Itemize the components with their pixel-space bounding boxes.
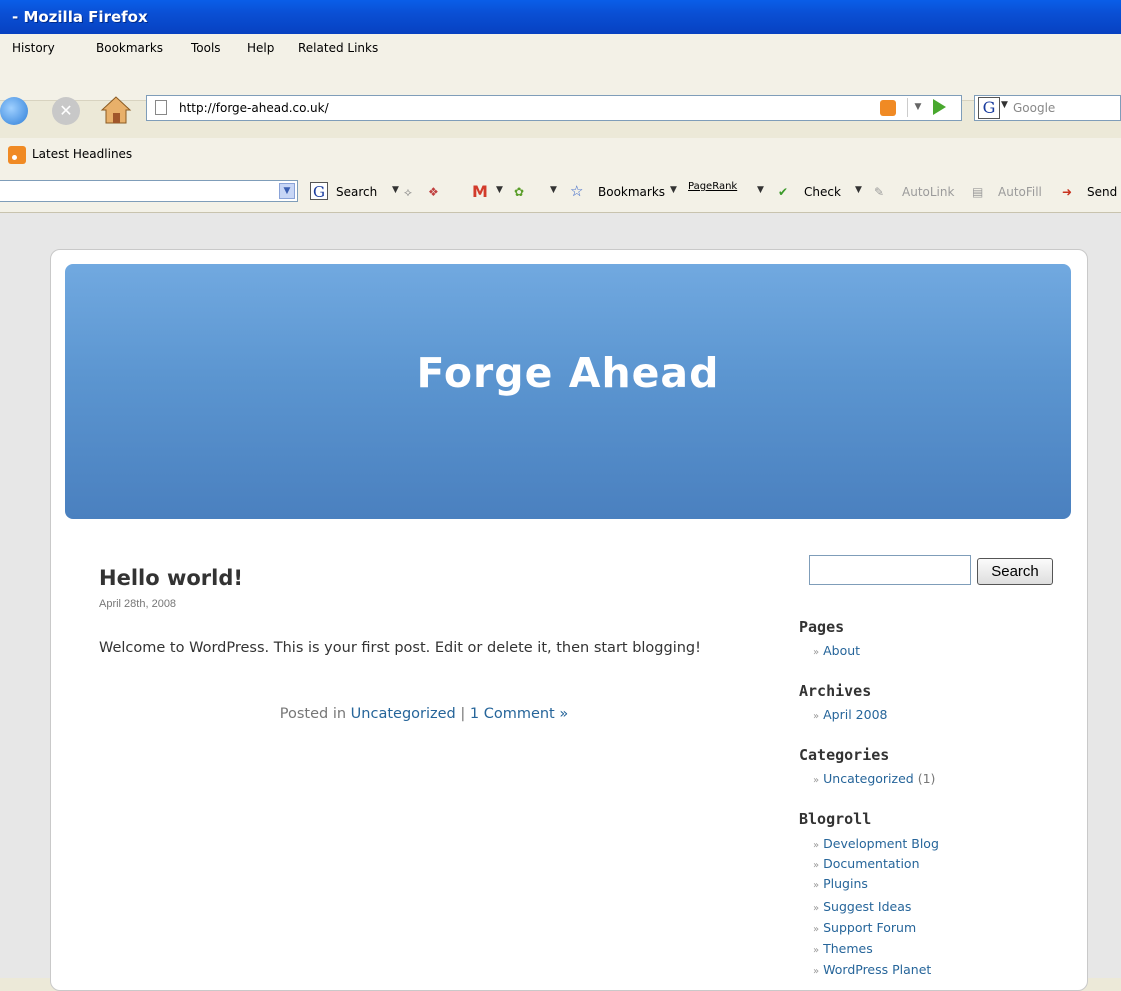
toolbar-autolink-button: AutoLink — [902, 185, 955, 199]
blogroll-link[interactable]: » Plugins — [813, 876, 868, 891]
window-title-bar: - Mozilla Firefox — [0, 0, 1121, 34]
toolbar-send-button[interactable]: Send — [1087, 185, 1117, 199]
google-search-combo[interactable]: ▼ — [0, 180, 298, 202]
archives-heading: Archives — [799, 682, 872, 700]
sidebar-search-button[interactable]: Search — [977, 558, 1053, 585]
search-engine-box[interactable]: G ▼ Google — [974, 95, 1121, 121]
toolbar-search-button[interactable]: Search — [336, 185, 377, 199]
chevron-down-icon[interactable]: ▼ — [1001, 100, 1008, 110]
send-icon[interactable]: ➜ — [1062, 185, 1072, 199]
menu-tools[interactable]: Tools — [191, 41, 221, 55]
combo-dropdown-icon[interactable]: ▼ — [279, 183, 295, 199]
google-icon[interactable]: G — [978, 97, 1000, 119]
reload-icon[interactable] — [0, 97, 28, 125]
sidebar-link-april-2008[interactable]: » April 2008 — [813, 707, 887, 722]
sidebar-search-input[interactable] — [809, 555, 971, 585]
pagerank-indicator[interactable]: PageRank — [688, 181, 737, 192]
comments-link[interactable]: 1 Comment » — [470, 706, 568, 722]
google-icon[interactable]: G — [310, 182, 328, 201]
sidebar-link-uncategorized[interactable]: » Uncategorized (1) — [813, 771, 935, 786]
home-icon[interactable] — [100, 95, 132, 125]
pages-heading: Pages — [799, 618, 845, 636]
google-toolbar: ▼ G Search ▼ ⟡ ❖ M ▼ ✿ ▼ ☆ Bookmarks ▼ P… — [0, 172, 1121, 213]
toolbar-bookmarks-button[interactable]: Bookmarks — [598, 185, 665, 199]
search-placeholder: Google — [1013, 101, 1056, 115]
menu-related-links[interactable]: Related Links — [298, 41, 378, 55]
post-date: April 28th, 2008 — [99, 598, 177, 610]
post-title[interactable]: Hello world! — [99, 566, 243, 590]
menu-history[interactable]: History — [12, 41, 55, 55]
categories-heading: Categories — [799, 746, 890, 764]
rss-feed-icon[interactable] — [880, 100, 896, 116]
blogroll-heading: Blogroll — [799, 810, 872, 828]
bookmarks-toolbar: Latest Headlines — [0, 138, 1121, 173]
address-bar[interactable]: http://forge-ahead.co.uk/ ▼ — [146, 95, 962, 121]
stop-icon[interactable]: ✕ — [52, 97, 80, 125]
post-body: Welcome to WordPress. This is your first… — [99, 640, 701, 656]
blogroll-link[interactable]: » Development Blog — [813, 836, 939, 851]
menu-bar: History Bookmarks Tools Help Related Lin… — [0, 34, 1121, 63]
chevron-down-icon[interactable]: ▼ — [496, 185, 503, 195]
chevron-down-icon[interactable]: ▼ — [670, 185, 677, 195]
puzzle-icon[interactable]: ✿ — [514, 185, 524, 199]
chevron-down-icon[interactable]: ▼ — [392, 185, 399, 195]
category-link[interactable]: Uncategorized — [351, 706, 456, 722]
toolbar-check-button[interactable]: Check — [804, 185, 841, 199]
blogroll-link[interactable]: » WordPress Planet — [813, 962, 931, 977]
toolbar-autofill-button: AutoFill — [998, 185, 1042, 199]
url-dropdown-icon[interactable]: ▼ — [907, 98, 928, 117]
blogroll-link[interactable]: » Documentation — [813, 856, 920, 871]
window-title: - Mozilla Firefox — [12, 8, 148, 26]
spellcheck-icon[interactable]: ✔ — [778, 185, 788, 199]
page-icon — [155, 100, 167, 115]
sidebar-link-about[interactable]: » About — [813, 643, 860, 658]
bookmark-star-icon[interactable]: ☆ — [570, 182, 583, 200]
posted-in-label: Posted in — [279, 706, 347, 722]
form-icon: ▤ — [972, 185, 984, 199]
gmail-icon[interactable]: M — [472, 182, 488, 201]
meta-separator: | — [460, 706, 466, 722]
chevron-down-icon[interactable]: ▼ — [757, 185, 764, 195]
news-icon[interactable]: ❖ — [428, 185, 439, 199]
wand-icon: ✎ — [874, 185, 885, 199]
rss-icon — [8, 146, 26, 164]
blogroll-link[interactable]: » Suggest Ideas — [813, 899, 911, 914]
go-arrow-icon[interactable] — [933, 99, 946, 115]
separator-icon: ⟡ — [404, 185, 412, 199]
site-title[interactable]: Forge Ahead — [65, 349, 1071, 397]
blog-header: Forge Ahead — [65, 264, 1071, 519]
latest-headlines-link[interactable]: Latest Headlines — [32, 147, 132, 161]
post-meta: Posted in Uncategorized | 1 Comment » — [99, 706, 749, 722]
chevron-down-icon[interactable]: ▼ — [855, 185, 862, 195]
chevron-down-icon[interactable]: ▼ — [550, 185, 557, 195]
menu-bookmarks[interactable]: Bookmarks — [96, 41, 163, 55]
menu-help[interactable]: Help — [247, 41, 274, 55]
blogroll-link[interactable]: » Themes — [813, 941, 873, 956]
address-url: http://forge-ahead.co.uk/ — [179, 101, 329, 115]
blogroll-link[interactable]: » Support Forum — [813, 920, 916, 935]
